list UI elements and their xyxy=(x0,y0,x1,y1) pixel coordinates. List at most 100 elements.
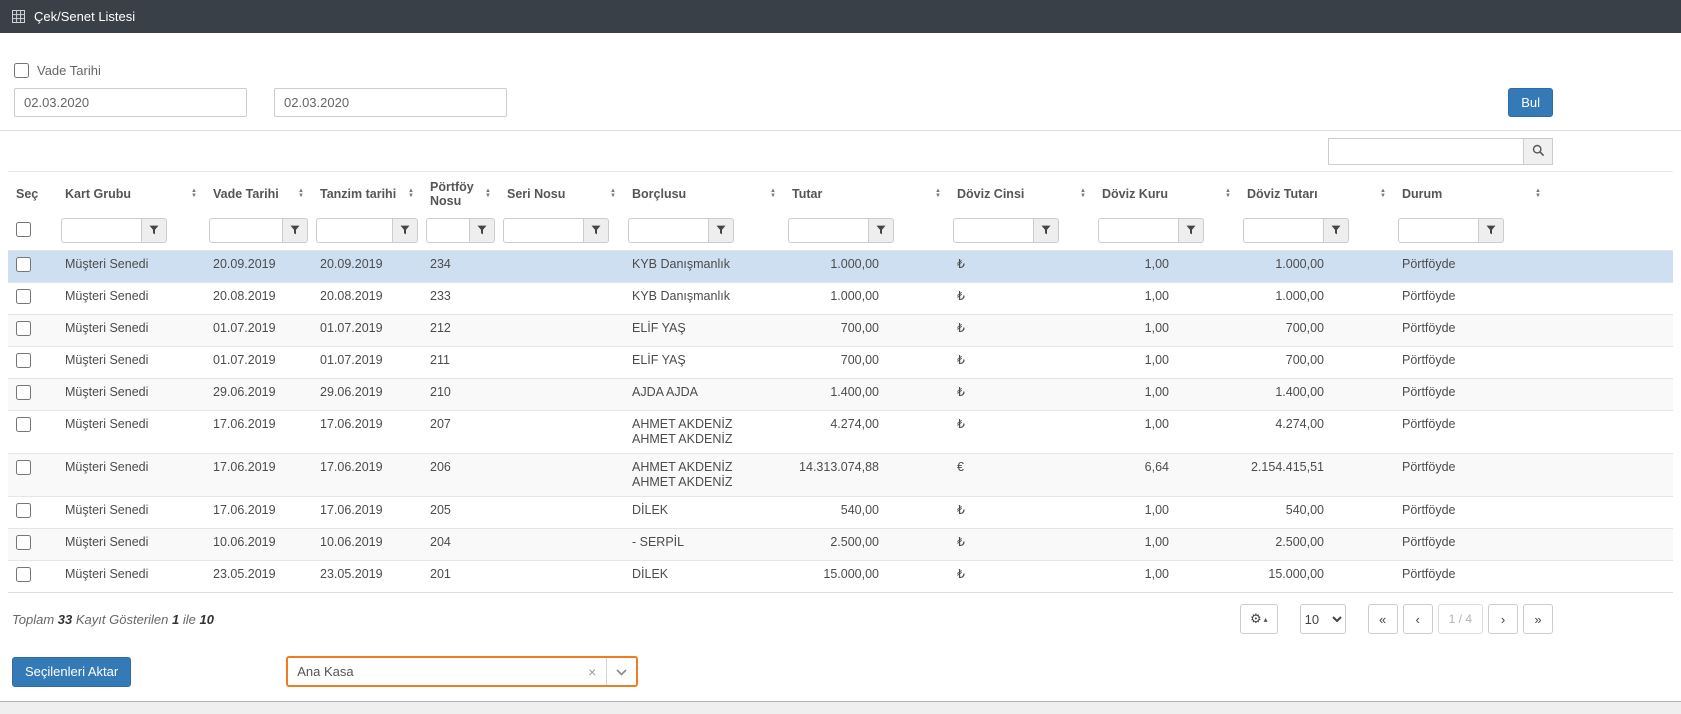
cell-portfoy-nosu: 212 xyxy=(422,315,499,347)
cell-tutar: 700,00 xyxy=(784,347,949,379)
filter-button-durum[interactable] xyxy=(1479,218,1504,243)
date-to-input[interactable] xyxy=(274,88,507,117)
row-select-checkbox[interactable] xyxy=(16,503,31,518)
cell-vade-tarihi: 17.06.2019 xyxy=(205,497,312,529)
row-select-checkbox[interactable] xyxy=(16,289,31,304)
cell-tutar: 1.000,00 xyxy=(784,251,949,283)
table-row[interactable]: Müşteri Senedi17.06.201917.06.2019205DİL… xyxy=(8,497,1673,529)
first-page-button[interactable]: « xyxy=(1368,604,1398,634)
filter-button-doviz-kuru[interactable] xyxy=(1179,218,1204,243)
column-header-doviz-cinsi[interactable]: Döviz Cinsi▲▼ xyxy=(949,172,1094,217)
transfer-selected-button[interactable]: Seçilenleri Aktar xyxy=(12,657,131,687)
cell-durum: Pörtföyde xyxy=(1394,454,1549,497)
sort-icon: ▲▼ xyxy=(610,189,616,199)
column-header-durum[interactable]: Durum▲▼ xyxy=(1394,172,1549,217)
filter-button-tanzim-tarihi[interactable] xyxy=(393,218,418,243)
filter-button-doviz-tutari[interactable] xyxy=(1324,218,1349,243)
column-header-borclusu[interactable]: Borçlusu▲▼ xyxy=(624,172,784,217)
filter-input-tanzim-tarihi[interactable] xyxy=(316,218,393,243)
cell-doviz-tutari: 1.000,00 xyxy=(1239,251,1394,283)
filler-cell xyxy=(1549,251,1673,283)
table-row[interactable]: Müşteri Senedi20.09.201920.09.2019234KYB… xyxy=(8,251,1673,283)
filler-cell xyxy=(1549,497,1673,529)
column-header-portfoy-nosu[interactable]: Pörtföy Nosu▲▼ xyxy=(422,172,499,217)
filter-input-durum[interactable] xyxy=(1398,218,1479,243)
row-select-checkbox[interactable] xyxy=(16,417,31,432)
cell-tanzim-tarihi: 17.06.2019 xyxy=(312,454,422,497)
filter-input-borclusu[interactable] xyxy=(628,218,709,243)
row-select-cell xyxy=(8,497,57,529)
search-input[interactable] xyxy=(1328,138,1524,165)
cell-doviz-tutari: 2.500,00 xyxy=(1239,529,1394,561)
combo-dropdown-button[interactable] xyxy=(606,658,636,685)
cell-tanzim-tarihi: 17.06.2019 xyxy=(312,411,422,454)
table-row[interactable]: Müşteri Senedi20.08.201920.08.2019233KYB… xyxy=(8,283,1673,315)
column-header-vade-tarihi[interactable]: Vade Tarihi▲▼ xyxy=(205,172,312,217)
vade-tarihi-checkbox-row[interactable]: Vade Tarihi xyxy=(14,63,101,78)
column-label: Borçlusu xyxy=(632,187,686,201)
column-header-kart-grubu[interactable]: Kart Grubu▲▼ xyxy=(57,172,205,217)
next-page-button[interactable]: › xyxy=(1488,604,1518,634)
funnel-icon xyxy=(716,223,726,238)
filter-input-doviz-cinsi[interactable] xyxy=(953,218,1034,243)
filter-button-seri-nosu[interactable] xyxy=(584,218,609,243)
table-row[interactable]: Müşteri Senedi17.06.201917.06.2019207AHM… xyxy=(8,411,1673,454)
search-button[interactable] xyxy=(1524,138,1553,165)
find-button[interactable]: Bul xyxy=(1508,88,1553,117)
filter-button-doviz-cinsi[interactable] xyxy=(1034,218,1059,243)
filter-button-borclusu[interactable] xyxy=(709,218,734,243)
cell-borclusu: ELİF YAŞ xyxy=(624,315,784,347)
filter-input-kart-grubu[interactable] xyxy=(61,218,142,243)
filter-button-kart-grubu[interactable] xyxy=(142,218,167,243)
row-select-checkbox[interactable] xyxy=(16,567,31,582)
clear-selection-button[interactable]: × xyxy=(578,658,606,685)
funnel-icon xyxy=(400,223,410,238)
filter-button-vade-tarihi[interactable] xyxy=(283,218,308,243)
row-select-checkbox[interactable] xyxy=(16,321,31,336)
column-label: Döviz Kuru xyxy=(1102,187,1168,201)
column-header-seri-nosu[interactable]: Seri Nosu▲▼ xyxy=(499,172,624,217)
page-size-select[interactable]: 10 xyxy=(1300,604,1346,634)
filter-input-doviz-tutari[interactable] xyxy=(1243,218,1324,243)
grid-settings-button[interactable]: ⚙ ▴ xyxy=(1240,604,1278,634)
section-divider xyxy=(0,130,1681,131)
cell-tanzim-tarihi: 10.06.2019 xyxy=(312,529,422,561)
cek-senet-table: SeçKart Grubu▲▼Vade Tarihi▲▼Tanzim tarih… xyxy=(8,171,1673,593)
select-all-checkbox[interactable] xyxy=(16,222,31,237)
column-header-doviz-kuru[interactable]: Döviz Kuru▲▼ xyxy=(1094,172,1239,217)
table-row[interactable]: Müşteri Senedi23.05.201923.05.2019201DİL… xyxy=(8,561,1673,593)
row-select-checkbox[interactable] xyxy=(16,385,31,400)
cell-durum: Pörtföyde xyxy=(1394,411,1549,454)
cell-doviz-kuru: 1,00 xyxy=(1094,497,1239,529)
row-select-checkbox[interactable] xyxy=(16,257,31,272)
row-select-checkbox[interactable] xyxy=(16,460,31,475)
table-body: Müşteri Senedi20.09.201920.09.2019234KYB… xyxy=(8,251,1673,593)
filter-button-portfoy-nosu[interactable] xyxy=(470,218,495,243)
cash-register-input[interactable] xyxy=(288,658,578,685)
sort-icon: ▲▼ xyxy=(1535,189,1541,199)
filter-input-tutar[interactable] xyxy=(788,218,869,243)
table-row[interactable]: Müşteri Senedi29.06.201929.06.2019210AJD… xyxy=(8,379,1673,411)
column-header-tanzim-tarihi[interactable]: Tanzim tarihi▲▼ xyxy=(312,172,422,217)
vade-tarihi-checkbox[interactable] xyxy=(14,63,29,78)
filter-input-vade-tarihi[interactable] xyxy=(209,218,283,243)
cell-vade-tarihi: 17.06.2019 xyxy=(205,454,312,497)
row-select-checkbox[interactable] xyxy=(16,535,31,550)
table-row[interactable]: Müşteri Senedi10.06.201910.06.2019204- S… xyxy=(8,529,1673,561)
cell-kart-grubu: Müşteri Senedi xyxy=(57,454,205,497)
cell-doviz-cinsi: ₺ xyxy=(949,411,1094,454)
filter-button-tutar[interactable] xyxy=(869,218,894,243)
filter-input-seri-nosu[interactable] xyxy=(503,218,584,243)
filter-input-doviz-kuru[interactable] xyxy=(1098,218,1179,243)
filter-input-portfoy-nosu[interactable] xyxy=(426,218,470,243)
prev-page-button[interactable]: ‹ xyxy=(1403,604,1433,634)
last-page-button[interactable]: » xyxy=(1523,604,1553,634)
table-row[interactable]: Müşteri Senedi01.07.201901.07.2019212ELİ… xyxy=(8,315,1673,347)
row-select-checkbox[interactable] xyxy=(16,353,31,368)
column-header-tutar[interactable]: Tutar▲▼ xyxy=(784,172,949,217)
table-row[interactable]: Müşteri Senedi01.07.201901.07.2019211ELİ… xyxy=(8,347,1673,379)
select-all-cell xyxy=(8,216,57,251)
date-from-input[interactable] xyxy=(14,88,247,117)
table-row[interactable]: Müşteri Senedi17.06.201917.06.2019206AHM… xyxy=(8,454,1673,497)
column-header-doviz-tutari[interactable]: Döviz Tutarı▲▼ xyxy=(1239,172,1394,217)
